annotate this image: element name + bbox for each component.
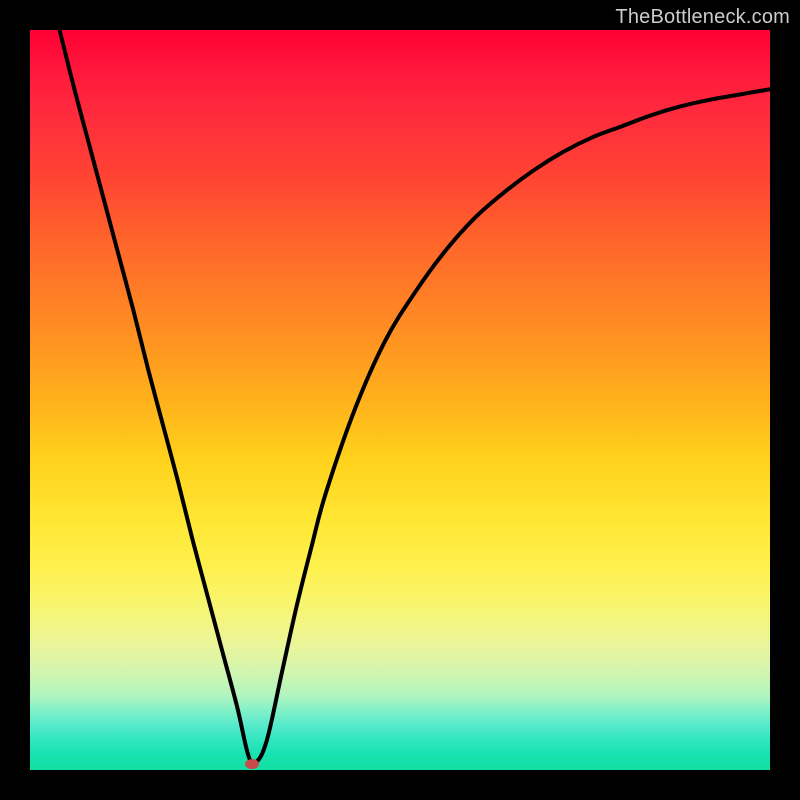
plot-area bbox=[30, 30, 770, 770]
curve-svg bbox=[30, 30, 770, 770]
optimal-point-marker bbox=[245, 759, 259, 769]
chart-container: TheBottleneck.com bbox=[0, 0, 800, 800]
bottleneck-curve bbox=[60, 30, 770, 764]
watermark-label: TheBottleneck.com bbox=[615, 6, 790, 29]
